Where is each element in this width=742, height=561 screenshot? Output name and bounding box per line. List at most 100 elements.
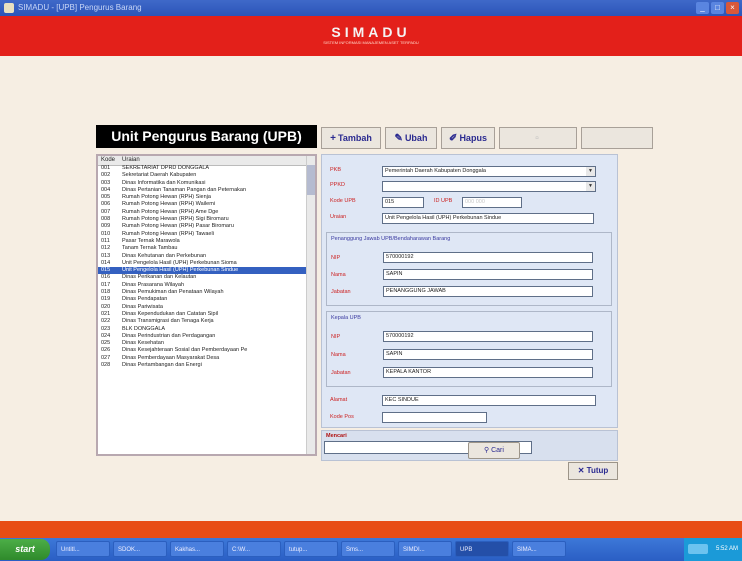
kode-upb-field[interactable]: 015: [382, 197, 424, 208]
list-item[interactable]: 006 Rumah Potong Hewan (RPH) Wailemi: [98, 201, 307, 208]
list-item[interactable]: 025 Dinas Kesehatan: [98, 340, 307, 347]
taskbar-button[interactable]: SIMDI...: [398, 541, 452, 557]
taskbar-button[interactable]: Sms...: [341, 541, 395, 557]
upb-list[interactable]: Kode Uraian 001 SEKRETARIAT DPRD DONGGALA…: [96, 154, 317, 456]
pj-nama-field[interactable]: SAPIN: [383, 269, 593, 280]
ppkd-select[interactable]: ▼: [382, 181, 596, 192]
pkb-select[interactable]: Pemerintah Daerah Kabupaten Donggala ▼: [382, 166, 596, 177]
list-item[interactable]: 021 Dinas Kependudukan dan Catatan Sipil: [98, 311, 307, 318]
penanggung-jawab-group: Penanggung Jawab UPB/Bendaharawan Barang…: [326, 232, 612, 306]
list-item[interactable]: 003 Dinas Informatika dan Komunikasi: [98, 180, 307, 187]
list-item[interactable]: 020 Dinas Pariwisata: [98, 304, 307, 311]
scrollbar-thumb[interactable]: [307, 165, 315, 195]
list-item-kode: 021: [101, 310, 111, 317]
list-item[interactable]: 015 Unit Pengelola Hasil (UPH) Perkebunan…: [98, 267, 307, 275]
list-item-uraian: Unit Pengelola Hasil (UPH) Perkebunan Si…: [122, 259, 237, 266]
list-item[interactable]: 009 Rumah Potong Hewan (RPH) Pasar Biroma…: [98, 223, 307, 230]
kepala-upb-title: Kepala UPB: [331, 315, 361, 321]
list-item[interactable]: 008 Rumah Potong Hewan (RPH) Sigi Biromar…: [98, 216, 307, 223]
list-item[interactable]: 010 Rumah Potong Hewan (RPH) Tawaeli: [98, 231, 307, 238]
list-item[interactable]: 004 Dinas Pertanian Tanaman Pangan dan Pe…: [98, 187, 307, 194]
column-header-kode[interactable]: Kode: [101, 156, 115, 165]
simpan-button[interactable]: ▫: [499, 127, 577, 149]
list-item-kode: 001: [101, 165, 111, 171]
pj-nip-label: NIP: [331, 255, 341, 261]
taskbar-button[interactable]: Untitl...: [56, 541, 110, 557]
window-title: SIMADU - [UPB] Pengurus Barang: [18, 3, 142, 12]
cari-button[interactable]: ⚲ Cari: [468, 442, 520, 459]
list-item-uraian: BLK DONGGALA: [122, 325, 166, 332]
window-title-bar[interactable]: SIMADU - [UPB] Pengurus Barang _ □ ×: [0, 0, 742, 16]
eraser-icon: ✐: [449, 133, 458, 144]
taskbar-button[interactable]: C:\W...: [227, 541, 281, 557]
kp-nama-field[interactable]: SAPIN: [383, 349, 593, 360]
uraian-field[interactable]: Unit Pengelola Hasil (UPH) Perkebunan Si…: [382, 213, 594, 224]
id-upb-field[interactable]: 000 000: [462, 197, 522, 208]
detail-panel: PKB Pemerintah Daerah Kabupaten Donggala…: [321, 154, 618, 428]
tutup-button[interactable]: ✕ Tutup: [568, 462, 618, 480]
list-item[interactable]: 012 Tanam Ternak Tambau: [98, 245, 307, 252]
search-panel: Mencari ⚲ Cari: [321, 430, 618, 461]
taskbar-button[interactable]: tutup...: [284, 541, 338, 557]
kode-pos-field[interactable]: [382, 412, 487, 423]
list-item[interactable]: 026 Dinas Kesejahteraan Sosial dan Pember…: [98, 347, 307, 354]
list-item[interactable]: 013 Dinas Kehutanan dan Perkebunan: [98, 253, 307, 260]
batal-button[interactable]: [581, 127, 653, 149]
chevron-down-icon[interactable]: ▼: [586, 167, 595, 176]
list-scrollbar[interactable]: [306, 156, 315, 454]
tambah-button[interactable]: + Tambah: [321, 127, 381, 149]
list-item-kode: 017: [101, 281, 111, 288]
list-item[interactable]: 027 Dinas Pemberdayaan Masyarakat Desa: [98, 355, 307, 362]
pj-nip-field[interactable]: 570000192: [383, 252, 593, 263]
list-item-kode: 015: [101, 267, 111, 274]
list-item[interactable]: 022 Dinas Transmigrasi dan Tenaga Kerja: [98, 318, 307, 325]
list-item-kode: 020: [101, 303, 111, 310]
taskbar-button[interactable]: UPB: [455, 541, 509, 557]
close-window-button[interactable]: ×: [726, 2, 739, 14]
list-item[interactable]: 024 Dinas Perindustrian dan Perdagangan: [98, 333, 307, 340]
list-item-kode: 028: [101, 362, 111, 369]
list-item[interactable]: 001 SEKRETARIAT DPRD DONGGALA: [98, 165, 307, 172]
list-item[interactable]: 007 Rumah Potong Hewan (RPH) Ame Dge: [98, 209, 307, 216]
kp-nip-field[interactable]: 570000192: [383, 331, 593, 342]
chevron-down-icon[interactable]: ▼: [586, 182, 595, 191]
pj-jabatan-field[interactable]: PENANGGUNG JAWAB: [383, 286, 593, 297]
list-item-uraian: Rumah Potong Hewan (RPH) Tawaeli: [122, 230, 214, 237]
kp-nama-label: Nama: [331, 352, 346, 358]
taskbar-button[interactable]: SDOK...: [113, 541, 167, 557]
system-tray: 5:52 AM: [684, 538, 742, 561]
list-item[interactable]: 028 Dinas Pertambangan dan Energi: [98, 362, 307, 369]
list-item[interactable]: 018 Dinas Pemukiman dan Penataan Wilayah: [98, 289, 307, 296]
kp-nip-label: NIP: [331, 334, 341, 340]
alamat-field[interactable]: KEC SINDUE: [382, 395, 596, 406]
list-item-kode: 016: [101, 274, 111, 281]
minimize-button[interactable]: _: [696, 2, 709, 14]
start-button[interactable]: start: [0, 539, 50, 560]
list-item-kode: 026: [101, 347, 111, 354]
list-item[interactable]: 016 Dinas Perikanan dan Kelautan: [98, 274, 307, 281]
app-icon: [4, 3, 14, 13]
list-item-uraian: Dinas Informatika dan Komunikasi: [122, 179, 206, 186]
app-brand-subtitle: SISTEM INFORMASI MANAJEMEN ASET TERPADU: [323, 40, 419, 45]
list-item[interactable]: 014 Unit Pengelola Hasil (UPH) Perkebunan…: [98, 260, 307, 267]
ubah-button[interactable]: ✎ Ubah: [385, 127, 437, 149]
hapus-button[interactable]: ✐ Hapus: [441, 127, 495, 149]
list-item[interactable]: 002 Sekretariat Daerah Kabupaten: [98, 172, 307, 179]
list-item-kode: 025: [101, 340, 111, 347]
list-item[interactable]: 023 BLK DONGGALA: [98, 326, 307, 333]
pkb-label: PKB: [330, 167, 342, 173]
list-item[interactable]: 017 Dinas Prasarana Wilayah: [98, 282, 307, 289]
list-item-kode: 007: [101, 208, 111, 215]
list-item-uraian: Dinas Kesejahteraan Sosial dan Pemberday…: [122, 347, 248, 354]
list-item-uraian: Dinas Perikanan dan Kelautan: [122, 274, 197, 281]
maximize-button[interactable]: □: [711, 2, 724, 14]
taskbar: start Untitl... SDOK... Kakhas... C:\W... tu…: [0, 538, 742, 561]
taskbar-button[interactable]: Kakhas...: [170, 541, 224, 557]
list-item[interactable]: 019 Dinas Pendapatan: [98, 296, 307, 303]
tray-icons[interactable]: [688, 544, 708, 554]
list-item[interactable]: 011 Pasar Ternak Marawola: [98, 238, 307, 245]
list-item[interactable]: 005 Rumah Potong Hewan (RPH) Sienja: [98, 194, 307, 201]
column-header-uraian[interactable]: Uraian: [122, 156, 140, 165]
taskbar-button[interactable]: SIMA...: [512, 541, 566, 557]
kp-jabatan-field[interactable]: KEPALA KANTOR: [383, 367, 593, 378]
